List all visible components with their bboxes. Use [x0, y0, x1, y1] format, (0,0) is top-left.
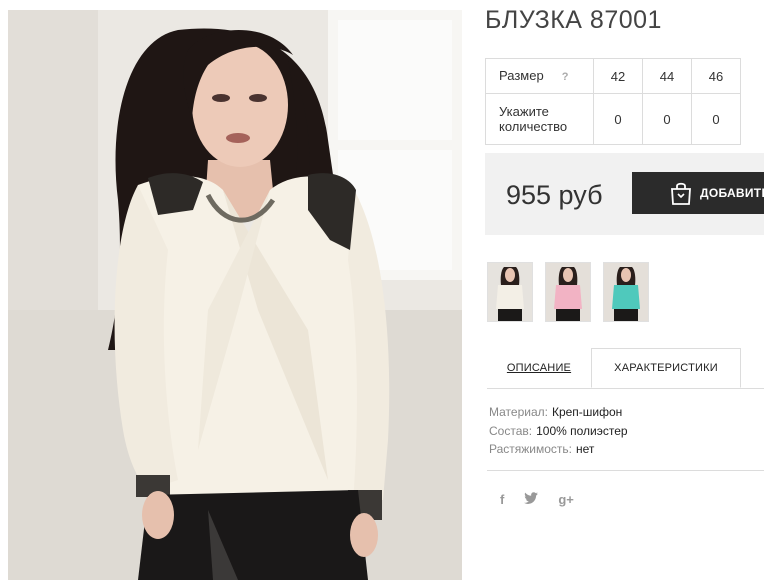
twitter-icon[interactable] — [524, 492, 539, 507]
divider — [487, 470, 764, 471]
size-help-icon[interactable]: ? — [562, 71, 569, 83]
quantity-row: Укажите количество 0 0 0 — [485, 93, 741, 145]
price-box: 955 руб ДОБАВИТЬ — [485, 153, 764, 235]
price: 955 руб — [506, 180, 603, 210]
product-title: БЛУЗКА 87001 — [485, 6, 662, 34]
mint-blouse-thumb[interactable] — [603, 262, 649, 322]
social-share: f g+ — [500, 492, 574, 507]
facebook-icon[interactable]: f — [500, 492, 504, 507]
quantity-input-44[interactable]: 0 — [642, 93, 692, 145]
size-label: Размер — [499, 67, 544, 83]
thumbnail-list — [487, 262, 649, 322]
spec-row: Растяжимость: нет — [489, 440, 628, 459]
quantity-input-42[interactable]: 0 — [593, 93, 643, 145]
spec-row: Состав: 100% полиэстер — [489, 422, 628, 441]
spec-row: Материал: Креп-шифон — [489, 403, 628, 422]
size-42: 42 — [593, 58, 643, 94]
quantity-input-46[interactable]: 0 — [691, 93, 741, 145]
spec-key: Растяжимость: — [489, 442, 573, 456]
size-quantity-table: Размер? 42 44 46 Укажите количество 0 0 … — [485, 58, 741, 145]
spec-value: нет — [576, 442, 595, 456]
white-blouse-thumb[interactable] — [487, 262, 533, 322]
pink-blouse-thumb[interactable] — [545, 262, 591, 322]
size-row: Размер? 42 44 46 — [485, 58, 741, 94]
product-photo[interactable] — [8, 10, 462, 580]
size-label-cell: Размер? — [485, 58, 594, 94]
spec-key: Материал: — [489, 405, 548, 419]
spec-value: 100% полиэстер — [536, 423, 628, 438]
spec-key: Состав: — [489, 423, 533, 438]
add-to-cart-label: ДОБАВИТЬ — [700, 186, 764, 200]
tab-characteristics[interactable]: ХАРАКТЕРИСТИКИ — [591, 348, 741, 388]
googleplus-icon[interactable]: g+ — [558, 492, 574, 507]
add-to-cart-button[interactable]: ДОБАВИТЬ — [632, 172, 764, 214]
product-tabs: ОПИСАНИЕ ХАРАКТЕРИСТИКИ — [487, 348, 764, 389]
specs-list: Материал: Креп-шифон Состав: 100% полиэсте… — [489, 403, 628, 459]
shopping-bag-icon — [670, 181, 692, 205]
size-44: 44 — [642, 58, 692, 94]
tab-description[interactable]: ОПИСАНИЕ — [487, 348, 591, 388]
size-46: 46 — [691, 58, 741, 94]
quantity-label: Укажите количество — [485, 93, 594, 145]
spec-value: Креп-шифон — [551, 405, 623, 419]
